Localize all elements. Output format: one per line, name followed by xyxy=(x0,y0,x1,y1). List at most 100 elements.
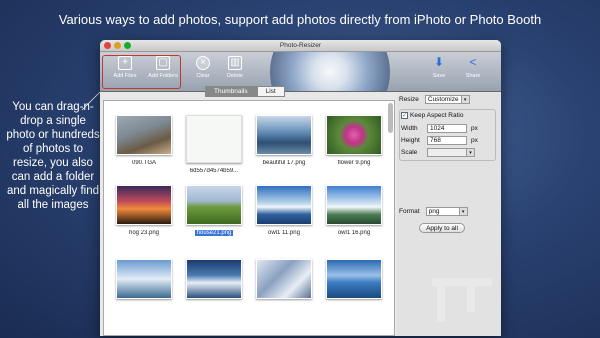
thumbnail-filename: 6d557d4574b59... xyxy=(189,168,239,174)
thumbnail-grid[interactable]: 090.TGA 6d557d4574b59... beautiful 17.png f… xyxy=(103,100,395,336)
thumbnail-image xyxy=(256,185,312,225)
thumbnail-item[interactable]: beautiful 17.png xyxy=(250,115,318,166)
thumbnail-caption: owl1 16.png xyxy=(320,230,388,236)
apply-to-all-button[interactable]: Apply to all xyxy=(419,223,465,233)
scale-row: Scale ▾ xyxy=(401,148,475,157)
thumbnail-item[interactable]: hog 23.png xyxy=(110,185,178,236)
add-files-button[interactable]: + Add Files xyxy=(108,56,142,79)
thumbnail-image xyxy=(256,115,312,155)
delete-button[interactable]: ▥ Delete xyxy=(218,56,252,79)
save-icon: ⬇ xyxy=(433,55,445,69)
title-bar: Photo-Resizer xyxy=(100,40,501,52)
thumbnail-item[interactable]: owl1 11.png xyxy=(250,185,318,236)
delete-label: Delete xyxy=(227,73,243,79)
thumbnail-image xyxy=(256,259,312,299)
width-label: Width xyxy=(401,125,418,132)
thumbnail-image xyxy=(326,259,382,299)
plus-icon: + xyxy=(118,56,132,70)
thumbnail-filename: 090.TGA xyxy=(131,160,156,166)
side-note: You can drag-n-drop a single photo or hu… xyxy=(6,101,100,211)
folder-icon: ▢ xyxy=(156,56,170,70)
keep-aspect-row: ✓ Keep Aspect Ratio xyxy=(401,112,463,119)
thumbnail-image xyxy=(186,185,242,225)
thumbnail-image xyxy=(116,115,172,155)
clear-label: Clear xyxy=(196,73,210,79)
tab-thumbnails[interactable]: Thumbnails xyxy=(205,86,257,97)
thumbnail-image xyxy=(326,115,382,155)
resize-row: Resize Customize ▾ xyxy=(399,95,470,104)
save-label: Save xyxy=(432,73,446,79)
scale-field[interactable] xyxy=(427,148,467,157)
caliper-decoration xyxy=(432,278,492,322)
lens-decoration xyxy=(270,52,390,91)
tab-list[interactable]: List xyxy=(256,86,285,97)
thumbnail-item[interactable]: owl1 16.png xyxy=(320,185,388,236)
thumbnail-filename: owl1 11.png xyxy=(268,230,300,236)
trash-icon: ▥ xyxy=(228,56,242,70)
toolbar: + Add Files ▢ Add Folders × Clear ▥ Dele… xyxy=(100,52,501,92)
thumbnail-item[interactable] xyxy=(320,259,388,304)
thumbnail-item[interactable]: flower 9.png xyxy=(320,115,388,166)
headline: Various ways to add photos, support add … xyxy=(58,12,542,27)
thumbnail-caption: 6d557d4574b59... xyxy=(180,168,248,174)
thumbnail-caption: owl1 11.png xyxy=(250,230,318,236)
window-title: Photo-Resizer xyxy=(279,42,322,49)
resize-select[interactable]: Customize xyxy=(424,95,462,104)
clear-button[interactable]: × Clear xyxy=(186,56,220,79)
vertical-scrollbar[interactable] xyxy=(388,103,393,133)
format-chevron-icon[interactable]: ▾ xyxy=(459,207,468,216)
share-icon: < xyxy=(469,55,477,69)
add-folders-label: Add Folders xyxy=(148,73,178,79)
thumbnail-caption: house21.png xyxy=(180,230,248,236)
thumbnail-item[interactable] xyxy=(110,259,178,304)
width-row: Width 1024 px xyxy=(401,124,478,133)
height-row: Height 768 px xyxy=(401,136,478,145)
resize-label: Resize xyxy=(399,96,419,103)
scale-label: Scale xyxy=(401,149,418,156)
clear-icon: × xyxy=(196,56,210,70)
save-button[interactable]: ⬇ Save xyxy=(422,56,456,79)
height-unit: px xyxy=(471,137,478,144)
thumbnail-item[interactable] xyxy=(180,259,248,304)
settings-panel: Resize Customize ▾ ✓ Keep Aspect Ratio W… xyxy=(397,93,501,336)
thumbnail-item[interactable] xyxy=(250,259,318,304)
thumbnail-caption: flower 9.png xyxy=(320,160,388,166)
scale-chevron-icon[interactable]: ▾ xyxy=(467,148,475,157)
add-folders-button[interactable]: ▢ Add Folders xyxy=(146,56,180,79)
width-field[interactable]: 1024 xyxy=(427,124,467,133)
thumbnail-image xyxy=(116,185,172,225)
thumbnail-image xyxy=(326,185,382,225)
thumbnail-caption: beautiful 17.png xyxy=(250,160,318,166)
keep-aspect-checkbox[interactable]: ✓ xyxy=(401,112,408,119)
format-select[interactable]: png xyxy=(425,207,460,216)
thumbnail-image xyxy=(186,115,242,163)
thumbnail-item[interactable]: 6d557d4574b59... xyxy=(180,115,248,174)
share-button[interactable]: < Share xyxy=(456,56,490,79)
minimize-window-button[interactable] xyxy=(114,42,121,49)
share-label: Share xyxy=(465,73,481,79)
format-label: Format xyxy=(399,208,420,215)
chevron-down-icon[interactable]: ▾ xyxy=(461,95,470,104)
view-tabs: Thumbnails List xyxy=(205,86,285,97)
thumbnail-filename: owl1 16.png xyxy=(337,230,371,236)
close-window-button[interactable] xyxy=(104,42,111,49)
thumbnail-filename: beautiful 17.png xyxy=(262,160,306,166)
thumbnail-image xyxy=(186,259,242,299)
thumbnail-filename: hog 23.png xyxy=(128,230,160,236)
thumbnail-filename: house21.png xyxy=(194,230,234,236)
thumbnail-caption: 090.TGA xyxy=(110,160,178,166)
app-window: Photo-Resizer + Add Files ▢ Add Folders … xyxy=(100,40,501,336)
zoom-window-button[interactable] xyxy=(124,42,131,49)
height-field[interactable]: 768 xyxy=(427,136,467,145)
format-row: Format png ▾ xyxy=(399,207,468,216)
thumbnail-item[interactable]: 090.TGA xyxy=(110,115,178,166)
thumbnail-filename: flower 9.png xyxy=(337,160,371,166)
thumbnail-item[interactable]: house21.png xyxy=(180,179,248,241)
window-controls xyxy=(104,42,131,49)
width-unit: px xyxy=(471,125,478,132)
keep-aspect-label: Keep Aspect Ratio xyxy=(410,112,464,119)
add-files-label: Add Files xyxy=(113,73,137,79)
thumbnail-caption: hog 23.png xyxy=(110,230,178,236)
height-label: Height xyxy=(401,137,420,144)
thumbnail-image xyxy=(116,259,172,299)
